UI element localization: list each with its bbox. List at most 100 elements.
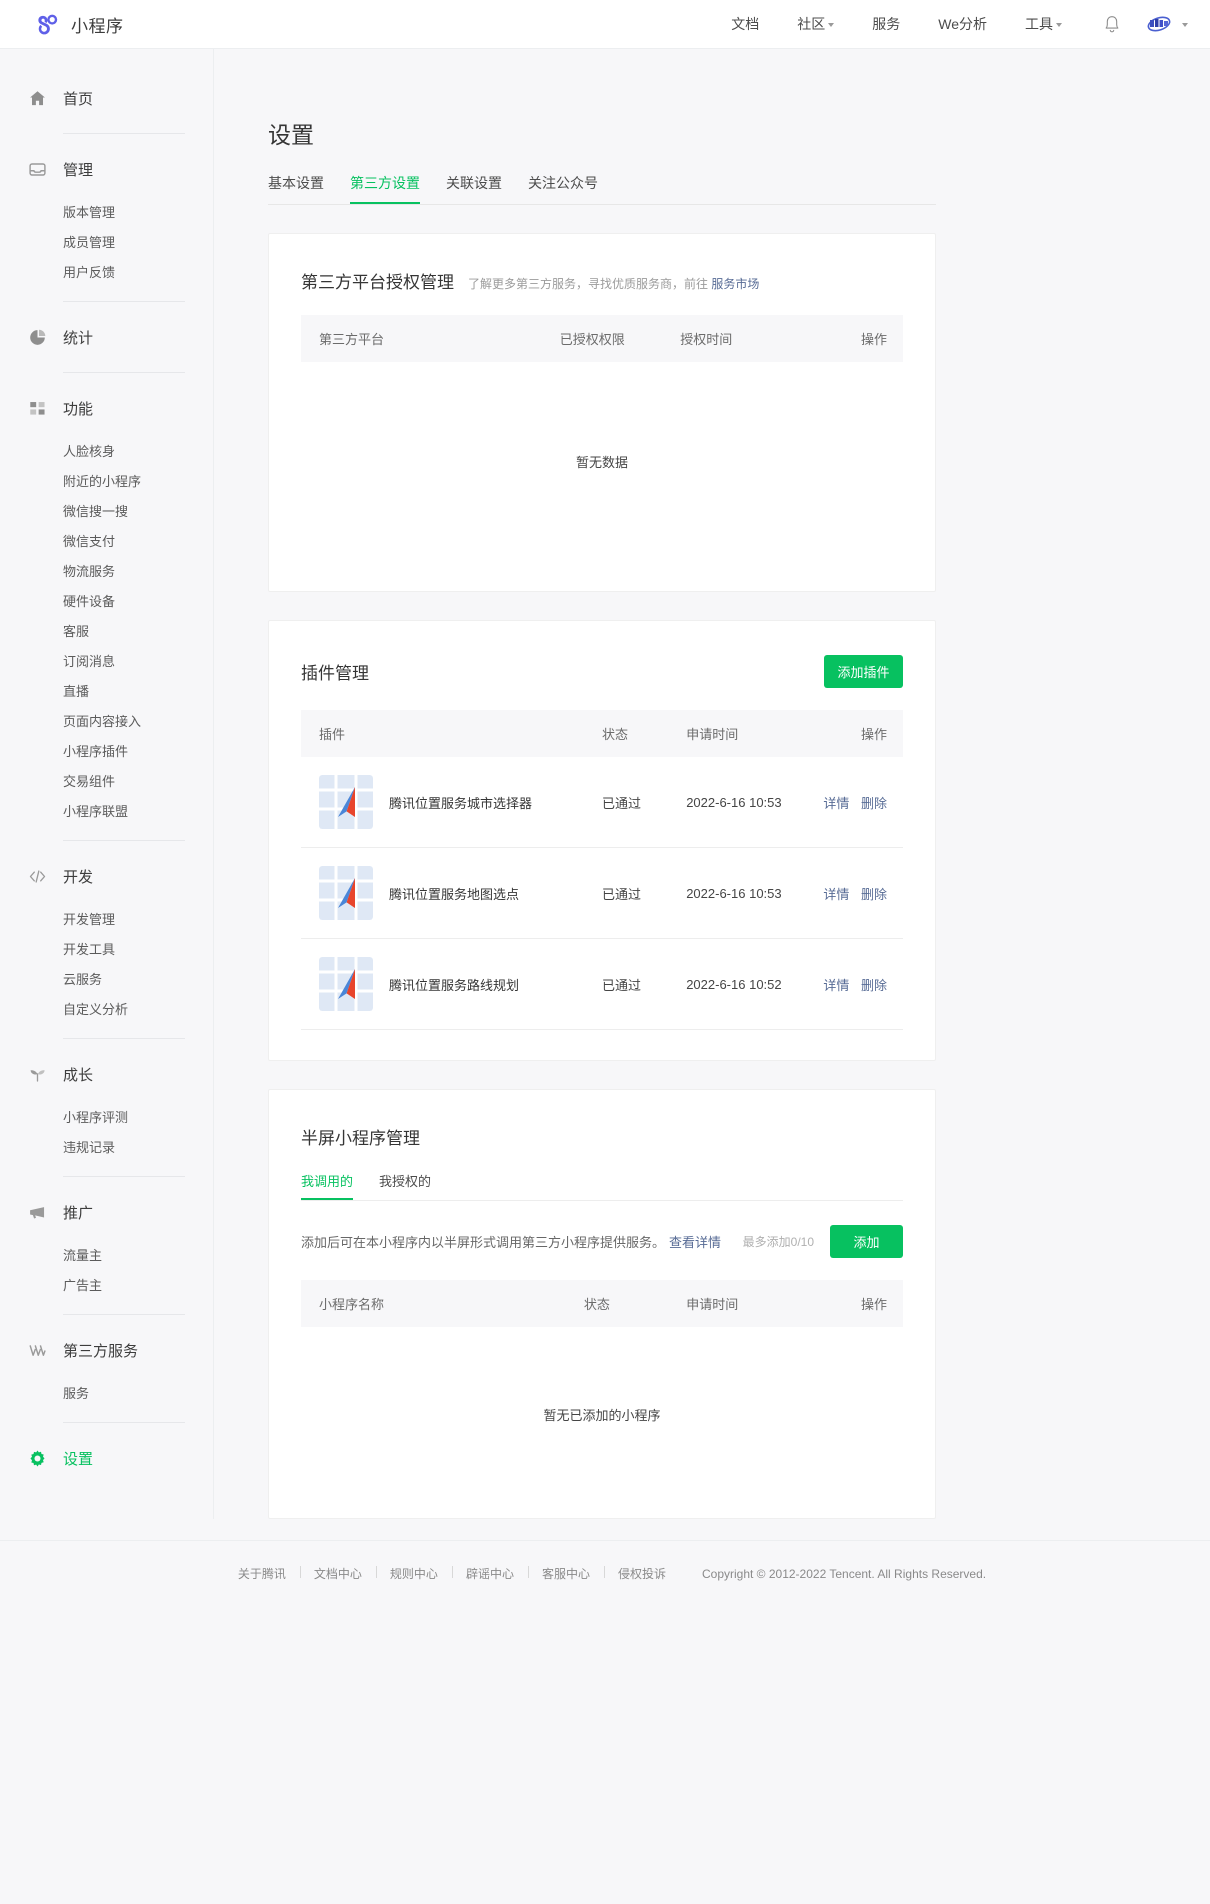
cell-actions: 详情 删除 xyxy=(800,847,903,939)
table-empty-row: 暂无数据 xyxy=(301,362,903,561)
footer-link-about-tencent[interactable]: 关于腾讯 xyxy=(224,1565,300,1582)
topnav-item-service[interactable]: 服务 xyxy=(853,0,919,49)
sidebar-item-growth[interactable]: 成长 xyxy=(0,1052,213,1096)
subtab-i-call[interactable]: 我调用的 xyxy=(301,1171,354,1200)
sidebar-item-manage[interactable]: 管理 xyxy=(0,147,213,191)
plugin-delete-link[interactable]: 删除 xyxy=(861,796,887,811)
card-title: 半屏小程序管理 xyxy=(301,1129,420,1148)
cell-actions: 详情 删除 xyxy=(800,757,903,848)
app-shell: 首页 管理 版本管理 成员管理 用户反馈 统计 功能 人脸核身 附近的小程序 微… xyxy=(0,49,1210,1540)
sidebar-item-traffic-owner[interactable]: 流量主 xyxy=(0,1241,213,1271)
th-actions: 操作 xyxy=(800,710,903,757)
sidebar-item-wechat-pay[interactable]: 微信支付 xyxy=(0,527,213,557)
page-footer: 关于腾讯 文档中心 规则中心 辟谣中心 客服中心 侵权投诉 Copyright … xyxy=(0,1540,1210,1606)
sidebar-item-service[interactable]: 服务 xyxy=(0,1379,213,1409)
bell-icon xyxy=(1103,15,1121,34)
sidebar-item-features[interactable]: 功能 xyxy=(0,386,213,430)
topnav-item-tools[interactable]: 工具 xyxy=(1006,0,1081,49)
tab-basic-settings[interactable]: 基本设置 xyxy=(268,173,324,204)
sidebar-item-home[interactable]: 首页 xyxy=(0,76,213,120)
sidebar-label: 第三方服务 xyxy=(63,1342,139,1360)
halfscreen-subtabs: 我调用的 我授权的 xyxy=(301,1171,903,1201)
sidebar-item-advertiser[interactable]: 广告主 xyxy=(0,1271,213,1301)
grid-icon xyxy=(28,399,47,418)
sidebar-item-subscribe-message[interactable]: 订阅消息 xyxy=(0,647,213,677)
sidebar-item-page-content[interactable]: 页面内容接入 xyxy=(0,707,213,737)
topnav-item-we-analytics[interactable]: We分析 xyxy=(919,0,1006,49)
sidebar-item-stats[interactable]: 统计 xyxy=(0,315,213,359)
sidebar-item-face-verify[interactable]: 人脸核身 xyxy=(0,437,213,467)
sidebar-item-live[interactable]: 直播 xyxy=(0,677,213,707)
top-navigation: 文档 社区 服务 We分析 工具 xyxy=(712,0,1192,49)
sidebar-item-wechat-search[interactable]: 微信搜一搜 xyxy=(0,497,213,527)
sidebar-divider xyxy=(63,1038,185,1039)
brand-logo-group[interactable]: 小程序 xyxy=(34,11,124,37)
sidebar-item-version-manage[interactable]: 版本管理 xyxy=(0,198,213,228)
sidebar-item-dev[interactable]: 开发 xyxy=(0,854,213,898)
sidebar-item-trade-component[interactable]: 交易组件 xyxy=(0,767,213,797)
sidebar-item-mini-plugin[interactable]: 小程序插件 xyxy=(0,737,213,767)
sidebar-group-manage: 管理 版本管理 成员管理 用户反馈 xyxy=(0,147,213,302)
subtab-i-authorize[interactable]: 我授权的 xyxy=(379,1171,431,1200)
plugin-name: 腾讯位置服务路线规划 xyxy=(389,977,520,993)
halfscreen-notice-row: 添加后可在本小程序内以半屏形式调用第三方小程序提供服务。 查看详情 最多添加0/… xyxy=(301,1225,903,1258)
cell-plugin: 腾讯位置服务城市选择器 xyxy=(301,757,584,848)
plugin-delete-link[interactable]: 删除 xyxy=(861,978,887,993)
footer-link-rumor-center[interactable]: 辟谣中心 xyxy=(451,1565,528,1582)
cell-plugin: 腾讯位置服务路线规划 xyxy=(301,938,584,1030)
sidebar-label: 首页 xyxy=(63,90,94,108)
sidebar-divider xyxy=(63,372,185,373)
plugin-detail-link[interactable]: 详情 xyxy=(823,978,849,993)
topnav-item-community[interactable]: 社区 xyxy=(778,0,853,49)
plugin-delete-link[interactable]: 删除 xyxy=(861,887,887,902)
add-plugin-button[interactable]: 添加插件 xyxy=(824,655,903,688)
sidebar-item-custom-analysis[interactable]: 自定义分析 xyxy=(0,995,213,1025)
footer-link-doc-center[interactable]: 文档中心 xyxy=(299,1565,376,1582)
service-market-link[interactable]: 服务市场 xyxy=(711,277,759,291)
sidebar-item-user-feedback[interactable]: 用户反馈 xyxy=(0,258,213,288)
topnav-item-docs[interactable]: 文档 xyxy=(712,0,778,49)
map-plugin-icon xyxy=(319,866,373,920)
empty-state-text: 暂无已添加的小程序 xyxy=(543,1408,661,1423)
footer-link-infringement-complaint[interactable]: 侵权投诉 xyxy=(603,1565,680,1582)
sidebar-item-hardware[interactable]: 硬件设备 xyxy=(0,587,213,617)
plugin-management-card: 插件管理 添加插件 插件 状态 申请时间 操作 腾讯位置服务城市选择器 已通过 … xyxy=(268,620,936,1061)
plugin-detail-link[interactable]: 详情 xyxy=(823,796,849,811)
sidebar-label: 推广 xyxy=(63,1204,94,1222)
cell-status: 已通过 xyxy=(583,757,669,848)
sidebar-group-dev: 开发 开发管理 开发工具 云服务 自定义分析 xyxy=(0,854,213,1039)
tab-thirdparty-settings[interactable]: 第三方设置 xyxy=(350,173,420,204)
sidebar-item-promotion[interactable]: 推广 xyxy=(0,1190,213,1234)
user-menu[interactable] xyxy=(1137,10,1192,38)
view-details-link[interactable]: 查看详情 xyxy=(669,1232,721,1251)
sidebar-item-nearby-mini[interactable]: 附近的小程序 xyxy=(0,467,213,497)
sidebar-item-logistics[interactable]: 物流服务 xyxy=(0,557,213,587)
sidebar-item-violation-record[interactable]: 违规记录 xyxy=(0,1133,213,1163)
plugin-detail-link[interactable]: 详情 xyxy=(823,887,849,902)
notifications-button[interactable] xyxy=(1081,15,1137,34)
sidebar-item-mini-alliance[interactable]: 小程序联盟 xyxy=(0,797,213,827)
tab-follow-official-account[interactable]: 关注公众号 xyxy=(528,173,598,204)
tab-association-settings[interactable]: 关联设置 xyxy=(446,173,502,204)
empty-state-text: 暂无数据 xyxy=(575,455,628,470)
th-apply-time: 申请时间 xyxy=(668,1280,801,1327)
sidebar-item-customer-service[interactable]: 客服 xyxy=(0,617,213,647)
sidebar-item-settings[interactable]: 设置 xyxy=(0,1436,213,1480)
sidebar-item-mini-review[interactable]: 小程序评测 xyxy=(0,1103,213,1133)
footer-link-rule-center[interactable]: 规则中心 xyxy=(375,1565,452,1582)
sidebar-item-thirdparty[interactable]: 第三方服务 xyxy=(0,1328,213,1372)
sidebar-item-dev-tools[interactable]: 开发工具 xyxy=(0,935,213,965)
pie-chart-icon xyxy=(28,328,47,347)
sidebar-item-member-manage[interactable]: 成员管理 xyxy=(0,228,213,258)
th-actions: 操作 xyxy=(794,315,903,362)
table-empty-row: 暂无已添加的小程序 xyxy=(301,1327,903,1488)
sidebar-item-dev-manage[interactable]: 开发管理 xyxy=(0,905,213,935)
map-plugin-icon xyxy=(319,957,373,1011)
card-subtitle: 了解更多第三方服务，寻找优质服务商，前往 服务市场 xyxy=(468,275,759,292)
table-header: 第三方平台 已授权权限 授权时间 操作 xyxy=(301,315,903,362)
topnav-label: 工具 xyxy=(1025,15,1053,32)
add-mini-button[interactable]: 添加 xyxy=(830,1225,903,1258)
sidebar-item-cloud-service[interactable]: 云服务 xyxy=(0,965,213,995)
footer-link-service-center[interactable]: 客服中心 xyxy=(527,1565,604,1582)
sidebar-label: 管理 xyxy=(63,161,94,179)
